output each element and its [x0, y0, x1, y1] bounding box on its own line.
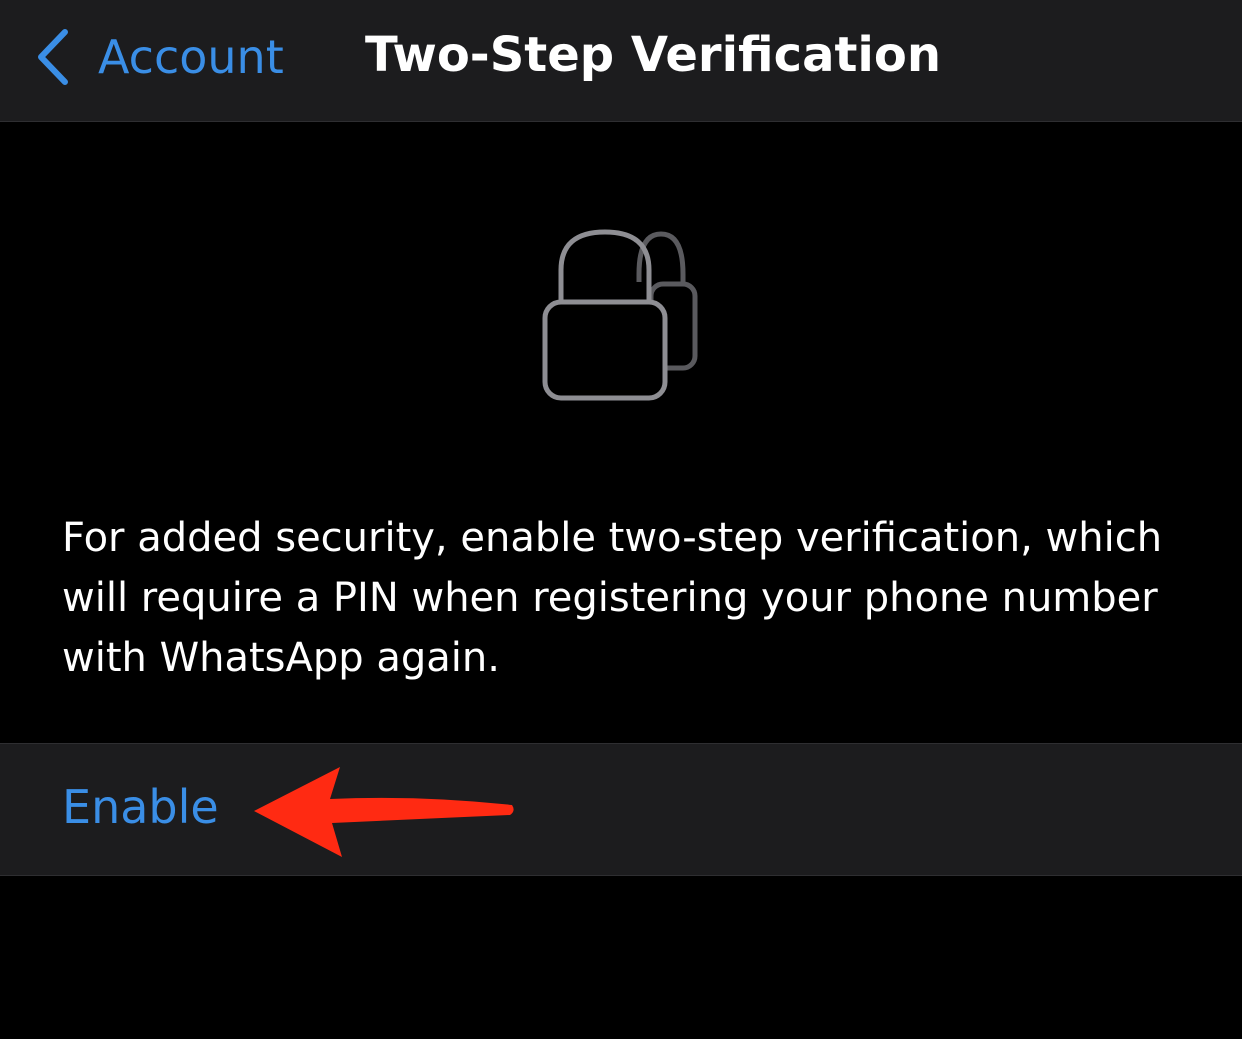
lock-icon [535, 222, 715, 412]
enable-button-label: Enable [62, 780, 219, 834]
back-button-label: Account [98, 30, 284, 84]
enable-button[interactable]: Enable [0, 743, 1242, 876]
back-button[interactable]: Account [34, 22, 284, 92]
page-title: Two-Step Verification [365, 27, 942, 83]
arrow-left-icon [250, 765, 520, 864]
description-text: For added security, enable two-step veri… [62, 515, 1163, 681]
chevron-left-icon [34, 27, 70, 87]
navigation-bar: Account Two-Step Verification [0, 0, 1242, 122]
